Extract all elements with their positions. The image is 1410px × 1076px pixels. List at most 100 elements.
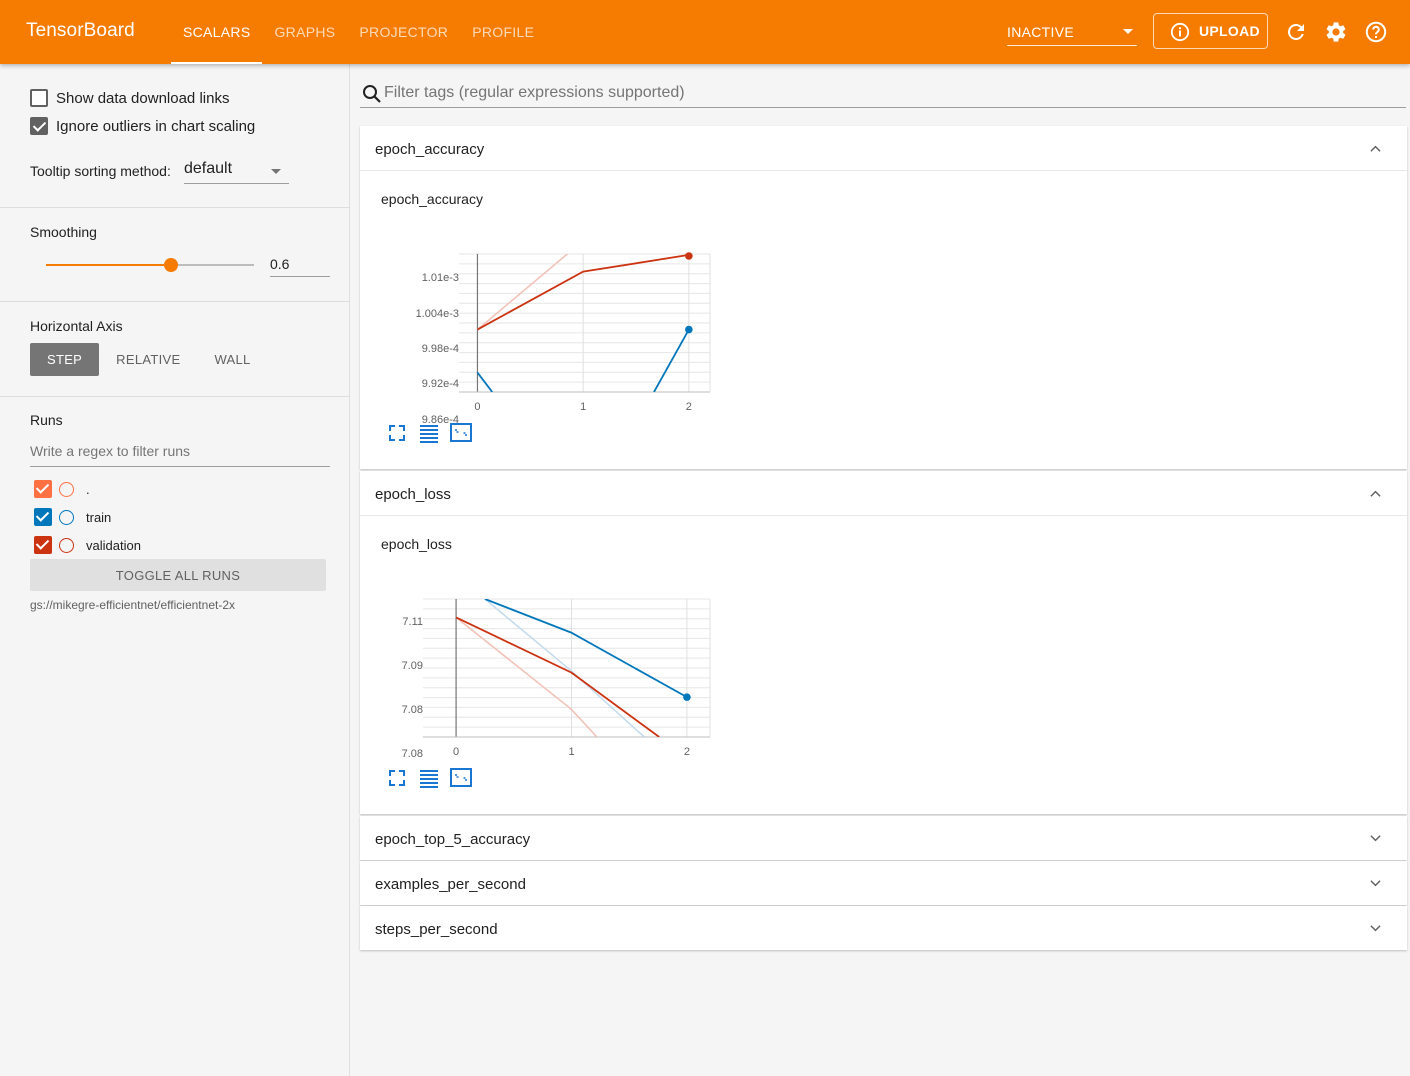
series-line-validation [455, 616, 660, 737]
y-tick-label: 7.08 [402, 704, 423, 716]
series-point-validation [685, 252, 693, 260]
card-title: examples_per_second [375, 876, 526, 893]
y-tick-label: 7.09 [402, 660, 423, 672]
run-checkbox[interactable] [34, 536, 52, 554]
scalar-card-epoch-accuracy: epoch_accuracy epoch_accuracy 1.01e-3 1.0… [360, 126, 1407, 469]
tooltip-sorting-select[interactable]: default [184, 158, 289, 184]
horizontal-axis-options: STEP RELATIVE WALL [30, 343, 268, 376]
upload-button[interactable]: UPLOAD [1153, 13, 1268, 49]
fit-domain-icon[interactable] [449, 766, 473, 790]
scalar-card-examples-per-second: examples_per_second [360, 861, 1407, 905]
scalar-card-epoch-top-5-accuracy: epoch_top_5_accuracy [360, 816, 1407, 860]
toggle-all-runs-button[interactable]: TOGGLE ALL RUNS [30, 559, 326, 591]
smoothing-slider-fill [46, 264, 171, 266]
run-item-validation[interactable]: validation [34, 536, 141, 554]
chevron-down-icon[interactable] [1370, 923, 1381, 934]
app-brand[interactable]: TensorBoard [26, 20, 135, 42]
smoothing-slider-thumb[interactable] [163, 258, 178, 272]
run-color-circle-icon[interactable] [59, 509, 74, 525]
run-checkbox[interactable] [34, 508, 52, 526]
run-checkbox[interactable] [34, 480, 52, 498]
card-header[interactable]: steps_per_second [360, 906, 1407, 951]
card-header[interactable]: epoch_accuracy [360, 126, 1407, 171]
smoothing-value-input[interactable]: 0.6 [270, 252, 330, 277]
settings-icon[interactable] [1324, 20, 1348, 44]
epoch-accuracy-chart[interactable]: 1.01e-31.004e-39.98e-49.92e-49.86e-40 1 2 [381, 214, 721, 424]
chart-title: epoch_accuracy [381, 191, 483, 207]
run-color-circle-icon[interactable] [59, 537, 74, 553]
y-tick-label: 1.004e-3 [416, 308, 459, 320]
x-tick-label: 0 [453, 746, 459, 758]
run-name: . [86, 481, 90, 497]
axis-wall-button[interactable]: WALL [197, 343, 267, 376]
y-tick-label: 7.08 [402, 748, 423, 760]
horizontal-axis-label: Horizontal Axis [30, 318, 123, 334]
help-icon[interactable] [1364, 20, 1388, 44]
show-download-links-toggle[interactable]: Show data download links [30, 89, 229, 107]
runs-label: Runs [30, 412, 63, 428]
card-title: epoch_top_5_accuracy [375, 831, 531, 848]
chevron-down-icon[interactable] [1370, 833, 1381, 844]
sidebar: Show data download links Ignore outliers… [0, 64, 350, 1076]
card-header[interactable]: epoch_top_5_accuracy [360, 816, 1407, 861]
card-title: epoch_accuracy [375, 141, 485, 158]
dropdown-caret-icon [271, 169, 281, 174]
chart-title: epoch_loss [381, 536, 452, 552]
tab-profile[interactable]: PROFILE [460, 0, 546, 64]
smoothing-slider[interactable] [46, 258, 254, 272]
chevron-down-icon[interactable] [1370, 878, 1381, 889]
ignore-outliers-toggle[interactable]: Ignore outliers in chart scaling [30, 117, 255, 135]
search-icon [363, 85, 381, 103]
tab-scalars[interactable]: SCALARS [171, 0, 263, 64]
smoothing-label: Smoothing [30, 224, 97, 240]
x-tick-label: 1 [580, 401, 586, 413]
tooltip-sorting-label: Tooltip sorting method: [30, 163, 171, 179]
card-header[interactable]: epoch_loss [360, 471, 1407, 516]
ignore-outliers-checkbox[interactable] [30, 117, 48, 135]
fullscreen-icon[interactable] [385, 766, 409, 790]
series-point-train [685, 325, 693, 334]
chevron-up-icon[interactable] [1370, 488, 1381, 499]
fullscreen-icon[interactable] [385, 421, 409, 445]
y-tick-label: 9.98e-4 [422, 343, 459, 355]
axis-relative-button[interactable]: RELATIVE [99, 343, 197, 376]
epoch-loss-chart[interactable]: 7.11 7.09 7.08 7.08 0 1 2 [381, 559, 721, 769]
scalar-card-steps-per-second: steps_per_second [360, 906, 1407, 950]
axis-step-button[interactable]: STEP [30, 343, 100, 376]
tab-graphs[interactable]: GRAPHS [262, 0, 347, 64]
run-item-train[interactable]: train [34, 508, 111, 526]
plugin-status-value: INACTIVE [1007, 24, 1074, 40]
run-item-root[interactable]: . [34, 480, 90, 498]
card-title: epoch_loss [375, 486, 451, 503]
run-color-circle-icon[interactable] [59, 481, 74, 497]
refresh-icon[interactable] [1284, 20, 1308, 44]
y-tick-label: 7.11 [402, 616, 423, 628]
nav-tabs: SCALARS GRAPHS PROJECTOR PROFILE [171, 0, 546, 64]
x-tick-label: 2 [684, 746, 690, 758]
chevron-up-icon[interactable] [1370, 143, 1381, 154]
x-tick-label: 0 [474, 401, 480, 413]
info-icon [1170, 22, 1190, 42]
x-tick-label: 2 [686, 401, 692, 413]
y-tick-label: 1.01e-3 [422, 272, 459, 284]
sidebar-options-section: Show data download links Ignore outliers… [0, 64, 350, 208]
logdir-path: gs://mikegre-efficientnet/efficientnet-2… [30, 598, 235, 612]
show-download-links-checkbox[interactable] [30, 89, 48, 107]
show-download-links-label: Show data download links [56, 89, 230, 107]
series-line-validation [476, 254, 568, 331]
runs-filter-input[interactable]: Write a regex to filter runs [30, 443, 330, 467]
card-header[interactable]: examples_per_second [360, 861, 1407, 906]
plugin-status-select[interactable]: INACTIVE [1007, 18, 1137, 46]
tag-filter[interactable] [360, 80, 1406, 108]
data-table-icon[interactable] [417, 421, 441, 445]
y-tick-label: 9.92e-4 [422, 378, 459, 390]
run-name: validation [86, 537, 141, 553]
series-point-train [683, 693, 691, 701]
ignore-outliers-label: Ignore outliers in chart scaling [56, 117, 256, 135]
dropdown-caret-icon [1123, 29, 1133, 34]
card-title: steps_per_second [375, 921, 498, 938]
tag-filter-input[interactable] [384, 82, 1284, 104]
data-table-icon[interactable] [417, 766, 441, 790]
fit-domain-icon[interactable] [449, 421, 473, 445]
tab-projector[interactable]: PROJECTOR [347, 0, 460, 64]
